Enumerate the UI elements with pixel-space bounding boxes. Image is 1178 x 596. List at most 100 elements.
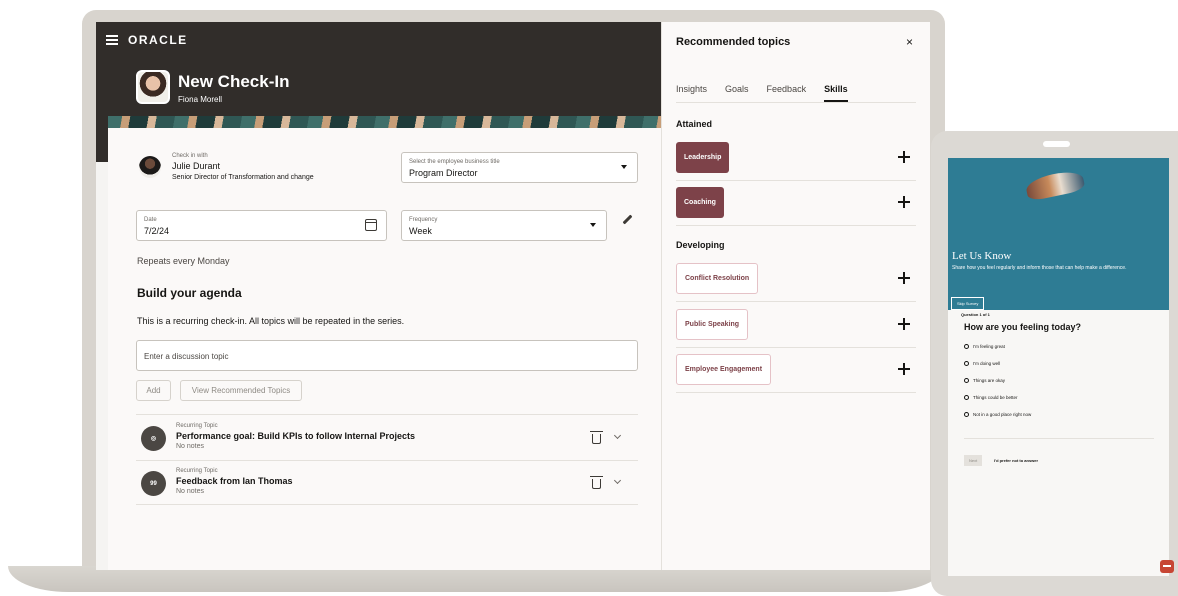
input-placeholder: Enter a discussion topic (144, 352, 229, 361)
business-title-select[interactable]: Select the employee business title Progr… (401, 152, 638, 183)
skill-chip-leadership[interactable]: Leadership (676, 142, 730, 173)
topic-notes: No notes (176, 488, 205, 495)
tab-feedback[interactable]: Feedback (767, 84, 807, 102)
trash-icon[interactable] (590, 476, 603, 489)
radio-icon[interactable] (964, 344, 969, 349)
skill-chip-coaching[interactable]: Coaching (676, 187, 724, 218)
tab-insights[interactable]: Insights (676, 84, 707, 102)
field-value: Program Director (409, 168, 478, 178)
list-item[interactable]: Recurring Topic Feedback from Ian Thomas… (176, 468, 293, 495)
option-label: Things could be better (973, 395, 1018, 400)
close-icon[interactable]: × (906, 35, 913, 49)
field-value: 7/2/24 (144, 226, 170, 236)
survey-option[interactable]: I'm doing well (964, 361, 1000, 366)
plus-icon[interactable] (898, 272, 910, 284)
agenda-title: Build your agenda (137, 286, 242, 300)
divider (136, 414, 638, 415)
avatar (139, 156, 161, 178)
field-value: Week (409, 226, 432, 236)
radio-icon[interactable] (964, 378, 969, 383)
frequency-select[interactable]: Frequency Week (401, 210, 607, 241)
skill-chip-employee-engagement[interactable]: Employee Engagement (676, 354, 772, 385)
page-title: New Check-In (178, 72, 290, 91)
divider (676, 392, 916, 393)
tab-goals[interactable]: Goals (725, 84, 749, 102)
divider (676, 180, 916, 181)
radio-icon[interactable] (964, 395, 969, 400)
add-button[interactable]: Add (136, 380, 171, 401)
list-item[interactable]: Recurring Topic Performance goal: Build … (176, 423, 415, 450)
attained-title: Attained (676, 119, 712, 129)
topic-title: Feedback from Ian Thomas (176, 476, 293, 486)
survey-description: Share how you feel regularly and inform … (952, 265, 1127, 271)
kite-illustration (1024, 168, 1086, 202)
next-button[interactable]: Next (964, 455, 983, 466)
repeats-text: Repeats every Monday (137, 256, 230, 266)
field-label: Select the employee business title (409, 159, 500, 165)
checkin-role: Senior Director of Transformation and ch… (172, 174, 314, 181)
brand-bar: ORACLE (106, 33, 188, 47)
avatar (136, 70, 170, 104)
caret-down-icon (621, 165, 627, 169)
divider (676, 225, 916, 226)
plus-icon[interactable] (898, 196, 910, 208)
question-count: Question 1 of 1 (961, 312, 990, 317)
topic-notes: No notes (176, 443, 205, 450)
drawer-tabs: Insights Goals Feedback Skills (676, 84, 848, 102)
option-label: Not in a good place right now (973, 412, 1032, 417)
checkin-with: Check in with Julie Durant Senior Direct… (172, 153, 314, 181)
survey-option[interactable]: Things could be better (964, 395, 1018, 400)
date-field[interactable]: Date 7/2/24 (136, 210, 387, 241)
menu-icon[interactable] (106, 35, 118, 45)
survey-option[interactable]: Not in a good place right now (964, 412, 1031, 417)
divider (676, 301, 916, 302)
discussion-topic-input[interactable]: Enter a discussion topic (136, 340, 638, 371)
survey-screen: Let Us Know Share how you feel regularly… (948, 158, 1169, 576)
tablet-frame: Let Us Know Share how you feel regularly… (931, 131, 1178, 596)
quote-icon: 99 (141, 471, 166, 496)
plus-icon[interactable] (898, 151, 910, 163)
field-label: Date (144, 217, 157, 223)
skill-chip-public-speaking[interactable]: Public Speaking (676, 309, 749, 340)
option-label: Things are okay (973, 378, 1006, 383)
question-title: How are you feeling today? (964, 322, 1082, 332)
divider (136, 504, 638, 505)
radio-icon[interactable] (964, 412, 969, 417)
radio-icon[interactable] (964, 361, 969, 366)
divider (964, 438, 1154, 439)
brand-logo: ORACLE (128, 33, 188, 47)
survey-heading: Let Us Know (952, 250, 1012, 262)
topic-kind: Recurring Topic (176, 468, 218, 474)
recommended-topics-drawer: Recommended topics × Insights Goals Feed… (661, 22, 930, 570)
plus-icon[interactable] (898, 363, 910, 375)
trash-icon[interactable] (590, 431, 603, 444)
topic-kind: Recurring Topic (176, 423, 218, 429)
plus-icon[interactable] (898, 318, 910, 330)
topic-title: Performance goal: Build KPIs to follow I… (176, 431, 416, 441)
developing-title: Developing (676, 240, 725, 250)
skip-survey-button[interactable]: Skip Survey (951, 297, 985, 310)
checkin-label: Check in with (172, 153, 208, 159)
option-label: I'm doing well (973, 361, 1001, 366)
prefer-not-to-answer-link[interactable]: I'd prefer not to answer (994, 458, 1038, 463)
divider (676, 347, 916, 348)
option-label: I'm feeling great (973, 344, 1005, 349)
app-screen: ORACLE New Check-In Fiona Morell Check i… (96, 22, 930, 570)
divider (136, 460, 638, 461)
survey-banner: Let Us Know Share how you feel regularly… (948, 158, 1169, 310)
divider (676, 102, 916, 103)
agenda-description: This is a recurring check-in. All topics… (137, 316, 405, 326)
tab-skills[interactable]: Skills (824, 84, 848, 102)
survey-option[interactable]: I'm feeling great (964, 344, 1005, 349)
calendar-icon[interactable] (365, 219, 377, 231)
field-label: Frequency (409, 217, 438, 223)
skill-chip-conflict-resolution[interactable]: Conflict Resolution (676, 263, 759, 294)
drawer-title: Recommended topics (676, 36, 791, 48)
survey-option[interactable]: Things are okay (964, 378, 1005, 383)
caret-down-icon (590, 223, 596, 227)
checkin-name: Julie Durant (172, 161, 221, 171)
chat-icon[interactable] (1160, 560, 1174, 573)
target-icon: ◎ (141, 426, 166, 451)
tablet-camera (1043, 141, 1070, 147)
view-recommended-topics-button[interactable]: View Recommended Topics (180, 380, 302, 401)
